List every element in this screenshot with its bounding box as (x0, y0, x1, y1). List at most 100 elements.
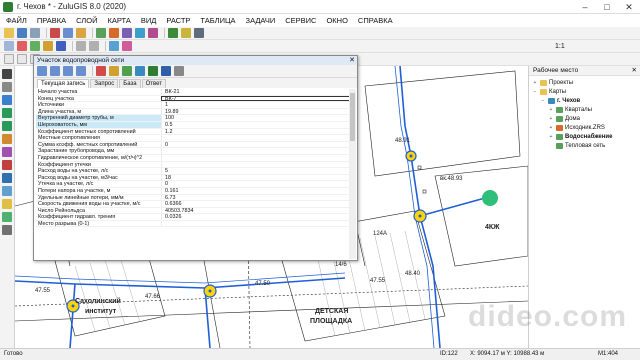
save-record-icon[interactable] (122, 66, 132, 76)
expand-toggle-icon[interactable]: + (548, 107, 554, 113)
property-value[interactable]: 1.2 (161, 128, 350, 135)
property-value[interactable]: 0.0326 (161, 214, 350, 220)
property-value[interactable]: 40503.7834 (161, 207, 350, 214)
menu-edit[interactable]: ПРАВКА (37, 16, 66, 25)
property-value[interactable]: 6.73 (161, 194, 350, 201)
info-icon[interactable] (2, 95, 12, 105)
select-area-icon[interactable] (2, 82, 12, 92)
expand-toggle-icon[interactable]: + (548, 125, 554, 131)
zoom-out-icon[interactable] (17, 54, 27, 64)
expand-toggle-icon[interactable]: + (532, 80, 538, 86)
menu-file[interactable]: ФАЙЛ (6, 16, 27, 25)
property-row[interactable]: Коэффициент гидравл. трения 0.0326 (36, 214, 350, 221)
zoom-icon[interactable] (2, 108, 12, 118)
property-row[interactable]: Гидравлическое сопротивление, м/(т/ч)^2 (36, 154, 350, 162)
property-row[interactable]: Начало участка ВК-21 (36, 89, 350, 96)
tree-item[interactable]: − Карты (529, 87, 640, 96)
property-value[interactable] (161, 154, 350, 161)
polygon-icon[interactable] (30, 41, 40, 51)
property-row[interactable]: Расход воды на участке, м3/час 18 (36, 174, 350, 182)
tree-item[interactable]: + Водоснабжение (529, 132, 640, 141)
first-record-icon[interactable] (37, 66, 47, 76)
node-icon[interactable] (122, 41, 132, 51)
property-row[interactable]: Место разрыва (0-1) (36, 220, 350, 228)
network-icon[interactable] (181, 28, 191, 38)
property-value[interactable]: 19.89 (161, 108, 350, 115)
minimize-button[interactable]: – (574, 0, 596, 14)
property-row[interactable]: Расход воды на участке, л/с 5 (36, 168, 350, 175)
property-row[interactable]: Зарастание трубопровода, мм (36, 148, 350, 155)
property-value[interactable]: 5 (161, 168, 350, 174)
property-value[interactable]: 0.161 (161, 187, 350, 194)
delete-record-icon[interactable] (96, 66, 106, 76)
property-row[interactable]: Скорость движения воды на участке, м/с 0.… (36, 201, 350, 208)
property-row[interactable]: Конец участка ВК-7 (36, 95, 350, 103)
tab-database[interactable]: База (119, 79, 141, 88)
measure-icon[interactable] (2, 134, 12, 144)
property-value[interactable]: 100 (161, 115, 350, 121)
menu-raster[interactable]: РАСТР (166, 16, 190, 25)
symbol-icon[interactable] (43, 41, 53, 51)
property-value[interactable]: 0.5 (161, 121, 350, 128)
word-export-icon[interactable] (161, 66, 171, 76)
paste-icon[interactable] (76, 28, 86, 38)
text-icon[interactable] (56, 41, 66, 51)
scroll-thumb[interactable] (350, 93, 355, 141)
property-row[interactable]: Шероховатость, мм 0.5 (36, 121, 350, 129)
property-value[interactable] (161, 135, 350, 141)
query-icon[interactable] (135, 28, 145, 38)
property-value[interactable] (161, 161, 350, 168)
menu-help[interactable]: СПРАВКА (358, 16, 393, 25)
calc-icon[interactable] (168, 28, 178, 38)
save-icon[interactable] (17, 28, 27, 38)
add-well-icon[interactable] (2, 199, 12, 209)
menu-window[interactable]: ОКНО (326, 16, 347, 25)
route-icon[interactable] (2, 147, 12, 157)
expand-toggle-icon[interactable]: + (548, 116, 554, 122)
expand-toggle-icon[interactable]: − (540, 98, 546, 104)
layer-icon[interactable] (96, 28, 106, 38)
property-value[interactable]: ВК-21 (161, 89, 350, 95)
excel-export-icon[interactable] (148, 66, 158, 76)
tree-item[interactable]: Тепловая сеть (529, 141, 640, 150)
property-row[interactable]: Коэффициент местных сопротивлений 1.2 (36, 128, 350, 136)
property-row[interactable]: Сумма коэфф. местных сопротивлений 0 (36, 141, 350, 149)
property-row[interactable]: Коэффициент утечки (36, 161, 350, 169)
scale-label[interactable]: 1:1 (555, 43, 565, 50)
menu-service[interactable]: СЕРВИС (285, 16, 316, 25)
add-pipe-icon[interactable] (2, 186, 12, 196)
table-icon[interactable] (122, 28, 132, 38)
tree-item[interactable]: + Исходник.ZRS (529, 123, 640, 132)
snap-icon[interactable] (109, 41, 119, 51)
property-value[interactable] (161, 220, 350, 227)
zoom-out-tool-icon[interactable] (2, 121, 12, 131)
property-row[interactable]: Длина участка, м 19.89 (36, 108, 350, 116)
property-row[interactable]: Внутренний диаметр трубы, м 100 (36, 115, 350, 122)
close-button[interactable]: ✕ (618, 0, 640, 14)
edit-record-icon[interactable] (109, 66, 119, 76)
last-record-icon[interactable] (76, 66, 86, 76)
theme-icon[interactable] (148, 28, 158, 38)
property-value[interactable]: 0 (161, 181, 350, 187)
zoom-in-icon[interactable] (4, 54, 14, 64)
edit-node-icon[interactable] (2, 173, 12, 183)
print-record-icon[interactable] (174, 66, 184, 76)
menu-layer[interactable]: СЛОЙ (76, 16, 97, 25)
cut-icon[interactable] (50, 28, 60, 38)
hand-icon[interactable] (2, 225, 12, 235)
property-row[interactable]: Потери напора на участке, м 0.161 (36, 187, 350, 195)
open-icon[interactable] (4, 28, 14, 38)
property-value[interactable] (161, 148, 350, 154)
raster-icon[interactable] (109, 28, 119, 38)
delete-icon[interactable] (2, 160, 12, 170)
expand-toggle-icon[interactable]: + (548, 134, 554, 140)
undo-icon[interactable] (76, 41, 86, 51)
property-value[interactable]: 0 (161, 141, 350, 148)
property-row[interactable]: Удельные линейные потери, мм/м 6.73 (36, 194, 350, 202)
print-icon[interactable] (30, 28, 40, 38)
tree-item[interactable]: + Дома (529, 114, 640, 123)
tree-item[interactable]: + Проекты (529, 78, 640, 87)
copy-icon[interactable] (63, 28, 73, 38)
menu-tasks[interactable]: ЗАДАЧИ (246, 16, 276, 25)
line-icon[interactable] (17, 41, 27, 51)
